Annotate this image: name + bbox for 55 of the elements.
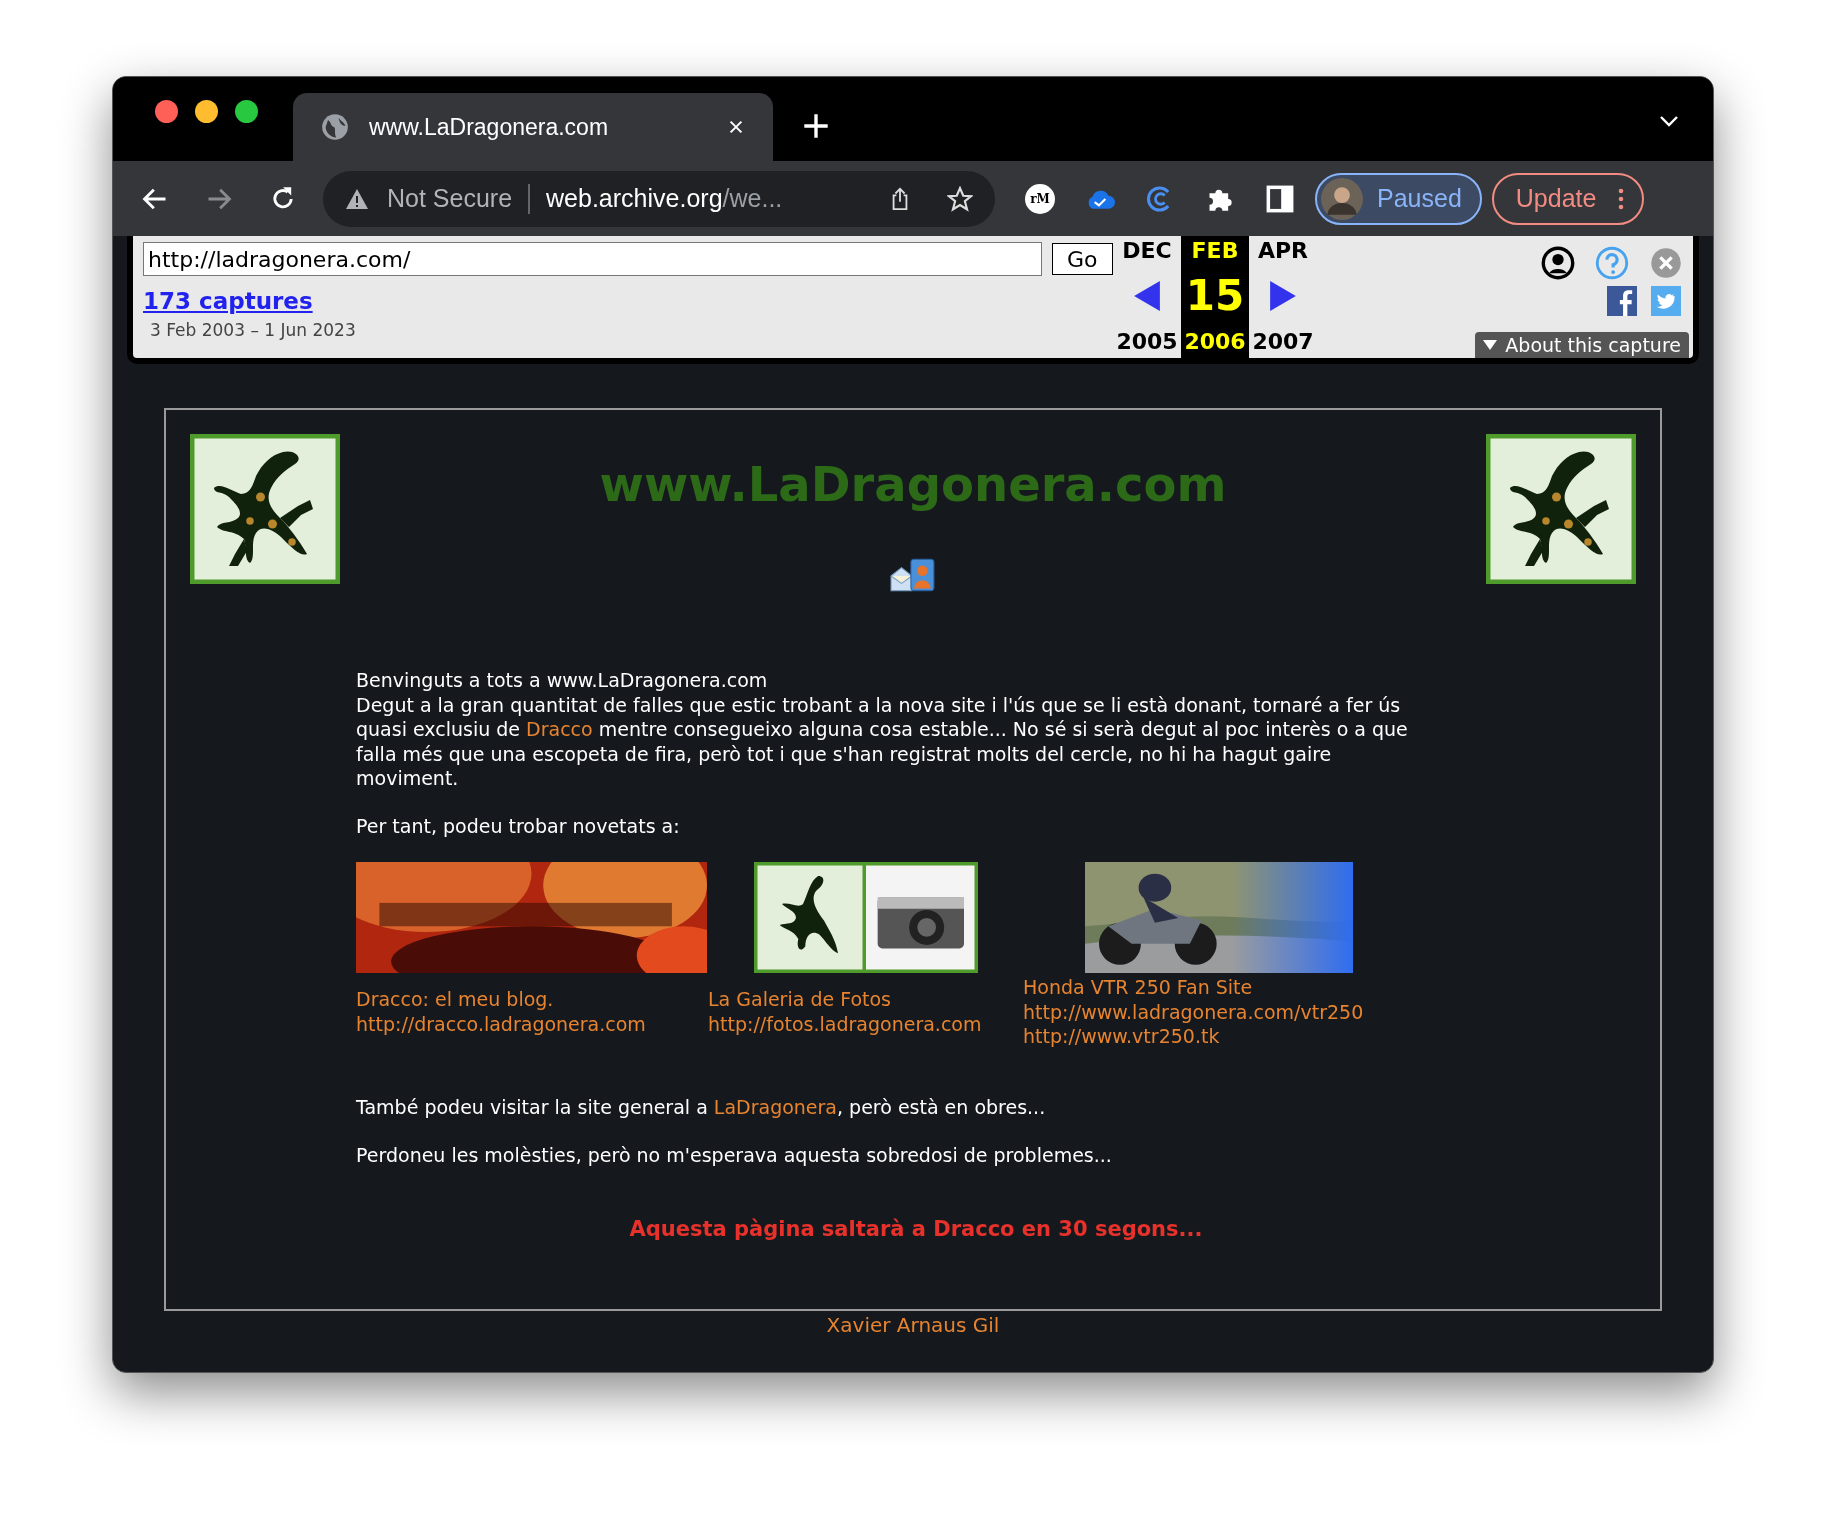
capture-date-range: 3 Feb 2003 – 1 Jun 2023 [150,320,357,340]
welcome-text: Benvinguts a tots a www.LaDragonera.com [356,668,769,693]
author-link[interactable]: Xavier Arnaus Gil [113,1313,1713,1337]
globe-icon [321,113,349,141]
text-link[interactable]: LaDragonera [713,1096,837,1118]
user-icon[interactable] [1541,246,1575,280]
security-label: Not Secure [387,184,513,213]
address-bar[interactable]: Not Secure web.archive.org/we... [323,170,995,227]
go-button[interactable]: Go [1051,243,1113,275]
close-window-button[interactable] [155,100,178,123]
link[interactable]: Dracco: el meu blog. [356,987,708,1012]
link[interactable]: La Galeria de Fotos [708,987,1023,1012]
about-capture-button[interactable]: About this capture [1475,332,1689,358]
link[interactable]: http://www.vtr250.tk [1023,1024,1364,1049]
year-label[interactable]: 2005 [1116,329,1178,354]
warning-icon [345,187,369,210]
month-label: FEB [1191,238,1239,263]
paragraph: També podeu visitar la site general a LaDragonera, però està en obres... [356,1095,1047,1120]
link[interactable]: Honda VTR 250 Fan Site [1023,975,1364,1000]
minimize-window-button[interactable] [195,100,218,123]
tab-title: www.LaDragonera.com [369,113,610,141]
chevron-down-icon[interactable] [1659,115,1679,127]
day-label: 15 [1185,275,1245,317]
link[interactable]: http://www.ladragonera.com/vtr250 [1023,999,1364,1024]
month-label[interactable]: DEC [1122,238,1172,263]
browser-tab[interactable]: www.LaDragonera.com [293,93,773,161]
site-title: www.LaDragonera.com [599,456,1227,512]
extension-badge[interactable]: rM [1025,183,1055,214]
next-arrow-icon[interactable] [1270,281,1296,311]
year-label[interactable]: 2007 [1252,329,1314,354]
update-button[interactable]: Update [1491,172,1645,225]
captures-link[interactable]: 173 captures [143,288,1113,314]
close-icon[interactable] [1649,246,1683,280]
wayback-url-field[interactable]: http://ladragonera.com/ [143,242,1042,276]
year-label: 2006 [1184,329,1246,354]
month-label[interactable]: APR [1257,238,1309,263]
profile-button[interactable]: Paused [1315,172,1482,225]
link[interactable]: http://fotos.ladragonera.com [708,1011,1023,1036]
facebook-icon[interactable] [1607,286,1637,316]
text-link[interactable]: Dracco [526,718,593,740]
paragraph: Per tant, podeu trobar novetats a: [356,813,681,838]
bookmark-star-icon[interactable] [947,185,973,212]
url-text: web.archive.org/we... [546,184,784,213]
new-tab-icon[interactable] [803,113,829,139]
paragraph: Perdoneu les molèsties, però no m'esperava aquesta sobredosi de problemes... [356,1142,1113,1167]
more-icon [1618,187,1625,210]
redirect-notice: Aquesta pàgina saltarà a Dracco en 30 segons... [628,1217,1204,1242]
link[interactable]: http://dracco.ladragonera.com [356,1011,708,1036]
side-panel-icon[interactable] [1265,184,1295,213]
avatar-icon [1321,177,1363,220]
close-tab-icon[interactable] [727,118,745,136]
zoom-window-button[interactable] [235,100,258,123]
caret-icon [1483,340,1498,350]
previous-arrow-icon[interactable] [1134,281,1160,311]
paragraph: Degut a la gran quantitat de falles que estic trobant a la nova site i l'ús que se li està donant, tornaré a fer ús quasi exclusiu de Dracco mentre consegueixo alguna cosa estable... No sé si serà degut al poc interès o a que falla més que una escopeta de fira, però tot i que s'han registrat molts del cercle, no hi ha hagut gaire moviment. [356,692,1409,791]
